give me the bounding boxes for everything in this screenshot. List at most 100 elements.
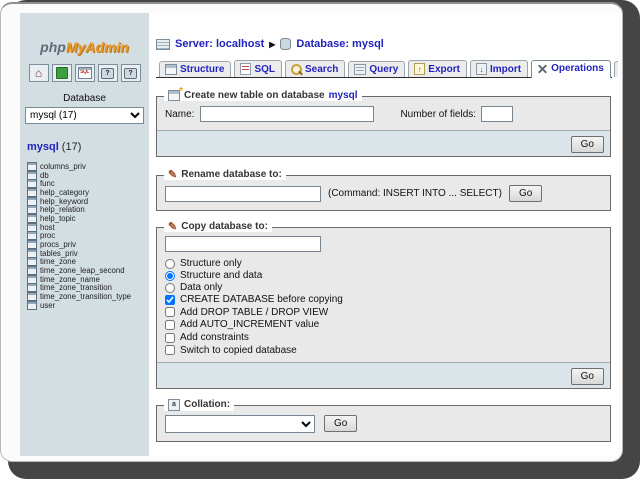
table-list-item[interactable]: time_zone_name [27, 275, 149, 284]
table-icon [27, 249, 37, 258]
table-name: host [40, 223, 55, 232]
collation-legend: a Collation: [164, 399, 234, 411]
copy-database-input[interactable] [165, 236, 321, 252]
copy-option-checkbox[interactable] [165, 295, 175, 305]
table-list-item[interactable]: tables_priv [27, 249, 149, 258]
query-icon [354, 64, 366, 75]
copy-database-footer: Go [157, 362, 610, 388]
tab-label: Query [369, 64, 398, 75]
table-name: procs_priv [40, 240, 76, 249]
collation-select[interactable] [165, 415, 315, 433]
home-button[interactable]: ⌂ [29, 64, 49, 82]
database-select[interactable]: mysql (17) [25, 107, 144, 124]
phpmyadmin-docs-button[interactable]: ? [98, 64, 118, 82]
table-name: user [40, 301, 55, 310]
table-list-item[interactable]: db [27, 171, 149, 180]
sql-window-button[interactable] [75, 64, 95, 82]
table-list-item[interactable]: time_zone_transition [27, 284, 149, 293]
mysql-docs-button[interactable]: ? [121, 64, 141, 82]
table-name: help_keyword [40, 197, 88, 206]
tab[interactable]: Export [408, 60, 467, 77]
table-icon [27, 231, 37, 240]
tab-label: Search [305, 64, 338, 75]
table-list: columns_priv db func [27, 162, 149, 310]
table-name-input[interactable] [200, 106, 374, 122]
copy-mode-label: Structure only [180, 258, 242, 269]
tab-label: SQL [254, 64, 275, 75]
table-icon [27, 197, 37, 206]
copy-mode-option[interactable]: Structure and data [165, 270, 602, 281]
copy-option-checkbox[interactable] [165, 307, 175, 317]
table-list-item[interactable]: help_relation [27, 205, 149, 214]
table-list-item[interactable]: procs_priv [27, 240, 149, 249]
search-icon [291, 64, 302, 75]
copy-go-button[interactable]: Go [571, 368, 604, 385]
mysql-docs-icon: ? [124, 68, 137, 79]
table-list-item[interactable]: time_zone_transition_type [27, 292, 149, 301]
tab-bar: Structure SQL Search [156, 59, 612, 78]
table-list-item[interactable]: time_zone_leap_second [27, 266, 149, 275]
pencil-icon: ✎ [168, 222, 177, 232]
create-table-legend-text: Create new table on database [184, 90, 325, 101]
table-list-item[interactable]: user [27, 301, 149, 310]
table-name: columns_priv [40, 162, 86, 171]
current-database-name: mysql [27, 141, 59, 153]
table-list-item[interactable]: columns_priv [27, 162, 149, 171]
current-database-link[interactable]: mysql(17) [27, 141, 149, 153]
copy-option-label: Switch to copied database [180, 345, 297, 356]
collation-go-button[interactable]: Go [324, 415, 357, 432]
num-fields-input[interactable] [481, 106, 513, 122]
copy-option[interactable]: CREATE DATABASE before copying [165, 294, 602, 306]
rename-database-section: ✎ Rename database to: (Command: INSERT I… [156, 175, 611, 211]
create-table-go-button[interactable]: Go [571, 136, 604, 153]
table-list-item[interactable]: help_category [27, 188, 149, 197]
table-list-item[interactable]: help_topic [27, 214, 149, 223]
tab[interactable]: Query [348, 61, 405, 77]
table-name: help_relation [40, 205, 85, 214]
table-icon [27, 223, 37, 232]
copy-option-checkbox[interactable] [165, 320, 175, 330]
create-table-footer: Go [157, 130, 610, 156]
table-list-item[interactable]: time_zone [27, 258, 149, 267]
sidebar-nav-icons: ⌂ ? ? [20, 64, 149, 82]
tab-label: Export [428, 64, 460, 75]
tab[interactable]: Search [285, 60, 345, 77]
table-list-item[interactable]: help_keyword [27, 197, 149, 206]
copy-mode-radio[interactable] [165, 283, 175, 293]
copy-option-label: Add constraints [180, 332, 249, 343]
tab[interactable]: Structure [159, 61, 231, 77]
copy-option-checkbox[interactable] [165, 345, 175, 355]
tab-label: Operations [551, 63, 604, 74]
tab[interactable]: Privileges [614, 61, 618, 77]
table-name: func [40, 179, 55, 188]
breadcrumb-server-link[interactable]: Server: localhost [175, 38, 264, 50]
tab[interactable]: Import [470, 60, 528, 77]
table-list-item[interactable]: host [27, 223, 149, 232]
copy-database-legend: ✎ Copy database to: [164, 221, 272, 232]
copy-mode-option[interactable]: Structure only [165, 258, 602, 269]
copy-mode-option[interactable]: Data only [165, 282, 602, 293]
table-icon [27, 275, 37, 284]
tab[interactable]: Operations [531, 60, 611, 78]
copy-mode-label: Data only [180, 282, 222, 293]
tab[interactable]: SQL [234, 60, 282, 77]
table-list-item[interactable]: func [27, 179, 149, 188]
table-list-item[interactable]: proc [27, 232, 149, 241]
logout-button[interactable] [52, 64, 72, 82]
rename-database-input[interactable] [165, 186, 321, 202]
new-table-icon [168, 90, 180, 101]
copy-option[interactable]: Add constraints [165, 332, 602, 344]
rename-go-button[interactable]: Go [509, 185, 542, 202]
breadcrumb-database-link[interactable]: Database: mysql [296, 38, 383, 50]
copy-option-checkbox[interactable] [165, 333, 175, 343]
copy-option-label: Add DROP TABLE / DROP VIEW [180, 307, 328, 318]
copy-option[interactable]: Add DROP TABLE / DROP VIEW [165, 307, 602, 319]
copy-option[interactable]: Add AUTO_INCREMENT value [165, 319, 602, 331]
table-icon [27, 179, 37, 188]
phpmyadmin-logo[interactable]: phpMyAdmin [20, 39, 149, 55]
copy-mode-radio[interactable] [165, 271, 175, 281]
num-fields-label: Number of fields: [400, 109, 476, 120]
copy-option[interactable]: Switch to copied database [165, 344, 602, 356]
copy-mode-radio[interactable] [165, 259, 175, 269]
table-name: proc [40, 231, 55, 240]
